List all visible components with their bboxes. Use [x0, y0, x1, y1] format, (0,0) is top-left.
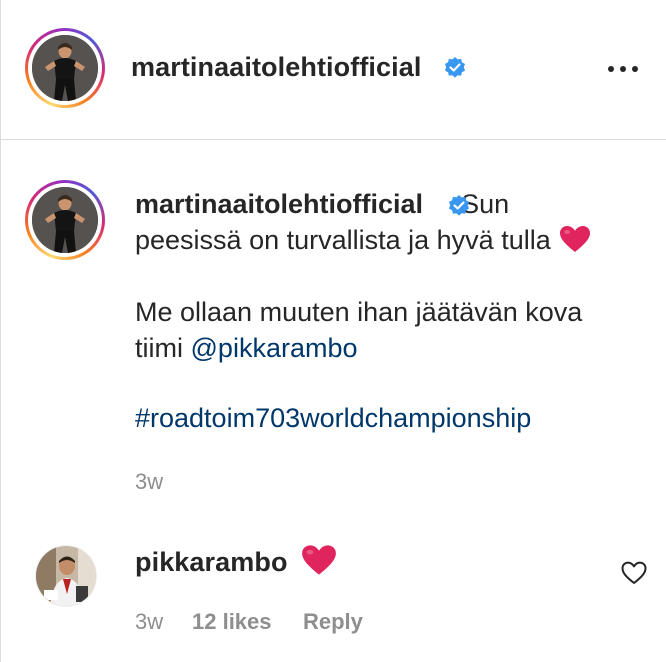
person-photo-icon [32, 187, 98, 253]
caption-text-segment: tiimi [135, 333, 183, 363]
person-photo-icon [36, 546, 96, 606]
verified-badge-icon [445, 57, 465, 78]
caption-author-avatar[interactable] [25, 180, 105, 260]
caption-line-2: peesissä on turvallista ja hyvä tulla [135, 222, 645, 258]
comment-timestamp[interactable]: 3w [135, 609, 163, 635]
red-heart-emoji-icon [302, 545, 336, 575]
more-options-button[interactable] [605, 57, 641, 81]
dot-icon [632, 66, 638, 72]
caption-line-4: tiimi @pikkarambo [135, 330, 645, 366]
caption-line-1: martinaaitolehtiofficial Sun [135, 186, 645, 222]
verified-badge-icon [449, 195, 469, 216]
author-avatar[interactable] [25, 28, 105, 108]
hashtag-link[interactable]: #roadtoim703worldchampionship [135, 403, 531, 433]
like-comment-button[interactable] [621, 561, 647, 585]
post-header: martinaaitolehtiofficial [1, 0, 666, 140]
dot-icon [608, 66, 614, 72]
instagram-post-panel: martinaaitolehtiofficial martinaaitoleht… [0, 0, 666, 662]
caption-text-segment: Me ollaan muuten ihan jäätävän kova [135, 297, 583, 327]
mention-link[interactable]: @pikkarambo [191, 333, 358, 363]
red-heart-emoji-icon [560, 226, 591, 252]
caption-text-segment: peesissä on turvallista ja hyvä tulla [135, 225, 551, 255]
dot-icon [620, 66, 626, 72]
caption-username-link[interactable]: martinaaitolehtiofficial [135, 189, 423, 219]
caption-timestamp[interactable]: 3w [135, 469, 163, 495]
comment-likes-count[interactable]: 12 likes [192, 609, 272, 635]
caption-text: martinaaitolehtiofficial Sun peesissä on … [135, 186, 645, 436]
commenter-username-link[interactable]: pikkarambo [135, 547, 288, 578]
person-photo-icon [32, 35, 98, 101]
commenter-avatar[interactable] [35, 545, 97, 607]
reply-button[interactable]: Reply [303, 609, 363, 635]
author-username-link[interactable]: martinaaitolehtiofficial [131, 52, 421, 83]
